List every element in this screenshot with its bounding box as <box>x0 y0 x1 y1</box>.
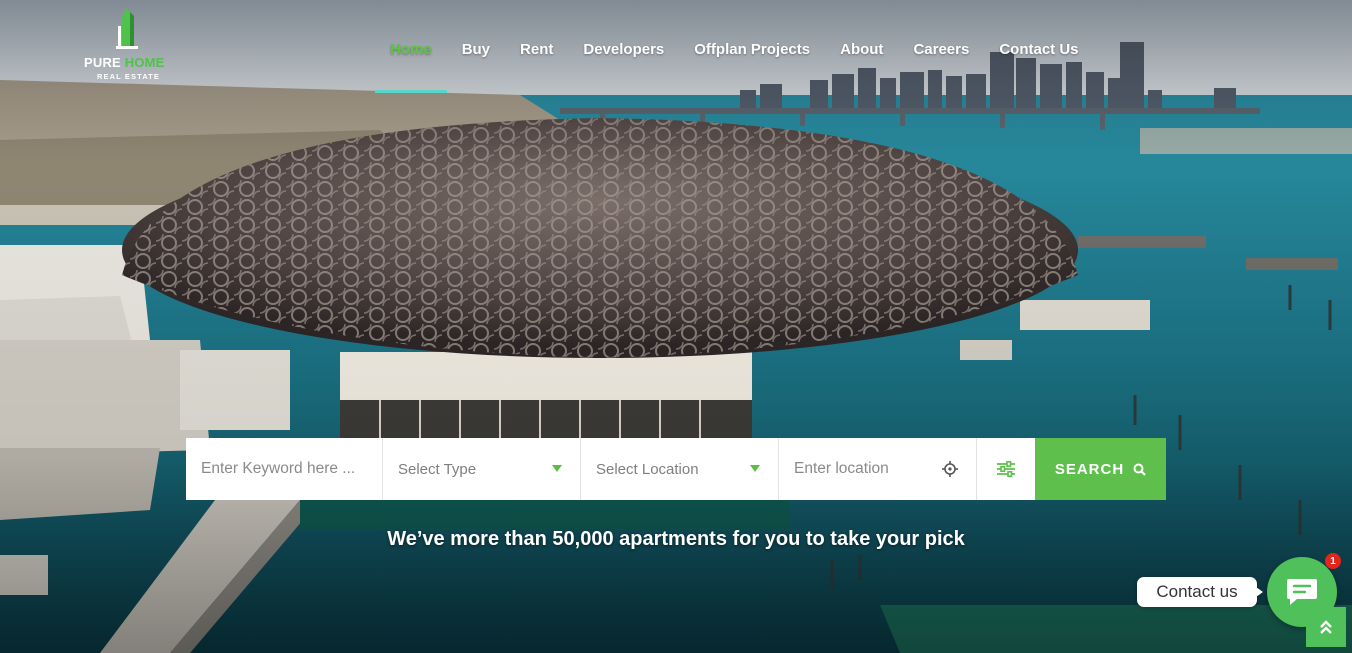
caret-down-icon <box>552 465 562 472</box>
nav-offplan-projects[interactable]: Offplan Projects <box>679 0 825 94</box>
logo-brand: PURE HOME <box>84 55 165 70</box>
chat-icon <box>1287 579 1317 605</box>
nav-contact-us[interactable]: Contact Us <box>984 0 1093 94</box>
type-select[interactable]: Select Type <box>383 438 581 500</box>
contact-us-label[interactable]: Contact us <box>1137 577 1263 607</box>
crosshair-icon[interactable] <box>942 461 958 477</box>
hero-photo <box>0 0 1352 653</box>
caret-down-icon <box>750 465 760 472</box>
nav-developers[interactable]: Developers <box>568 0 679 94</box>
search-button-label: SEARCH <box>1054 460 1125 478</box>
hero-background <box>0 0 1352 653</box>
notification-badge: 1 <box>1325 553 1341 569</box>
sliders-icon <box>997 461 1015 477</box>
logo-tagline: REAL ESTATE <box>97 72 160 81</box>
main-nav: Home Buy Rent Developers Offplan Project… <box>375 0 1094 94</box>
back-to-top-button[interactable] <box>1306 607 1346 647</box>
nav-rent[interactable]: Rent <box>505 0 568 94</box>
advanced-filters-button[interactable] <box>977 438 1035 500</box>
logo-tower-icon <box>116 8 138 49</box>
search-button[interactable]: SEARCH <box>1035 438 1166 500</box>
type-select-value: Select Type <box>398 460 477 478</box>
keyword-field <box>186 438 383 500</box>
search-icon <box>1133 463 1146 476</box>
nav-buy[interactable]: Buy <box>447 0 505 94</box>
nav-about[interactable]: About <box>825 0 898 94</box>
keyword-input[interactable] <box>186 438 382 500</box>
nav-home[interactable]: Home <box>375 0 447 94</box>
near-location-field <box>779 438 977 500</box>
hero-tagline: We’ve more than 50,000 apartments for yo… <box>387 528 965 550</box>
location-select-value: Select Location <box>596 460 699 478</box>
logo-brand-main: PURE <box>84 55 125 70</box>
property-search-bar: Select Type Select Location SEARCH <box>186 438 1166 500</box>
site-logo[interactable]: PURE HOME REAL ESTATE <box>78 6 178 86</box>
double-chevron-up-icon <box>1320 620 1332 634</box>
location-select[interactable]: Select Location <box>581 438 779 500</box>
logo-brand-accent: HOME <box>124 55 165 70</box>
nav-careers[interactable]: Careers <box>898 0 984 94</box>
